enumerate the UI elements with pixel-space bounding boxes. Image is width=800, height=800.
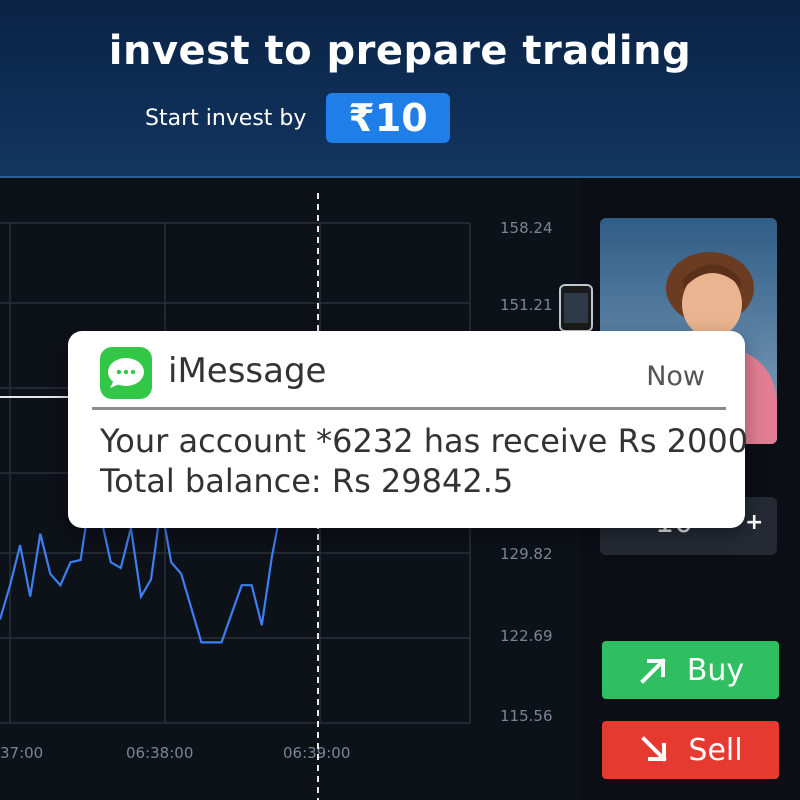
y-tick-label: 122.69 (500, 627, 553, 645)
notification-divider (92, 407, 726, 410)
promo-banner: invest to prepare trading Start invest b… (0, 0, 800, 178)
x-tick-label: 37:00 (0, 744, 43, 762)
y-tick-label: 129.82 (500, 545, 553, 563)
notification-app-name: iMessage (168, 351, 327, 391)
notification-line-2: Total balance: Rs 29842.5 (100, 462, 514, 500)
imessage-notification[interactable]: iMessage Now Your account *6232 has rece… (68, 331, 748, 528)
sell-button[interactable]: Sell (602, 721, 779, 779)
buy-button[interactable]: Buy (602, 641, 779, 699)
arrow-down-right-icon (641, 736, 668, 762)
increase-amount-button[interactable]: + (745, 510, 763, 535)
notification-line-1: Your account *6232 has receive Rs 2000 (100, 422, 749, 460)
subline-text: Start invest by (145, 105, 307, 131)
subline: Start invest by ₹10 (145, 93, 450, 143)
x-tick-label: 06:39:00 (283, 744, 350, 762)
phone-in-hand (559, 284, 593, 332)
headline: invest to prepare trading (108, 28, 692, 74)
y-tick-label: 115.56 (500, 707, 553, 725)
y-tick-label: 151.21 (500, 296, 553, 314)
notification-time: Now (646, 361, 705, 392)
arrow-up-right-icon (639, 658, 666, 684)
min-amount-badge: ₹10 (326, 93, 450, 143)
buy-label: Buy (686, 652, 745, 688)
y-tick-label: 158.24 (500, 219, 553, 237)
notification-body: Your account *6232 has receive Rs 2000 T… (100, 421, 748, 501)
x-tick-label: 06:38:00 (126, 744, 193, 762)
messages-app-icon (100, 347, 152, 399)
sell-label: Sell (688, 732, 743, 768)
